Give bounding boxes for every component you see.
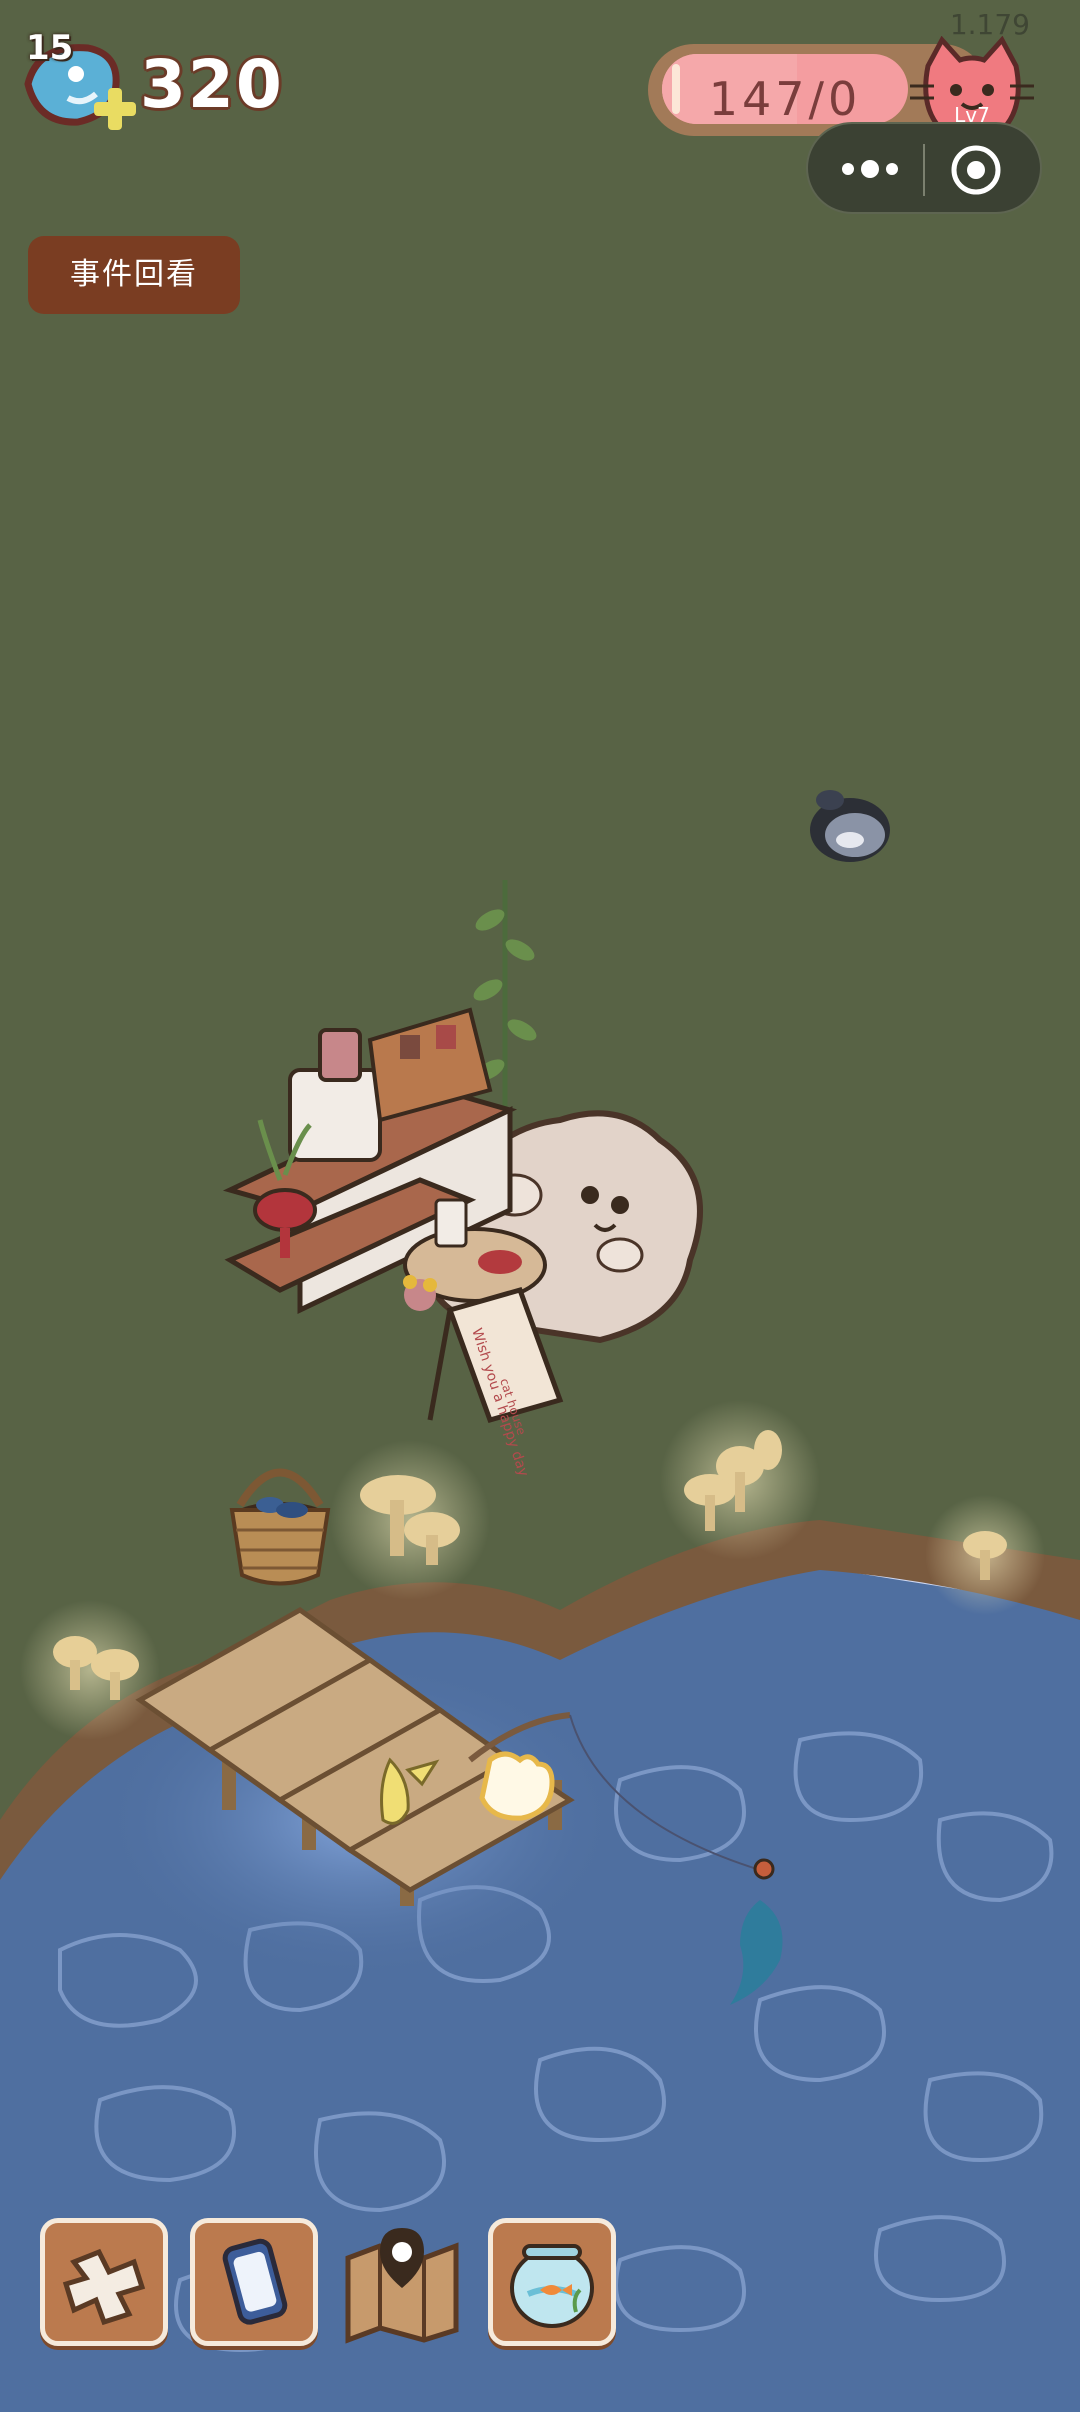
fish-level: 15 xyxy=(26,28,74,68)
progress-text: 147/0 xyxy=(708,72,862,124)
ellipsis-icon[interactable] xyxy=(830,146,910,192)
target-circle-icon[interactable] xyxy=(948,142,1004,198)
fish-currency[interactable]: 15 320 xyxy=(18,28,288,138)
mini-program-capsule xyxy=(806,122,1042,214)
mushroom-cluster-left[interactable] xyxy=(20,1600,160,1740)
fishing-bobber xyxy=(753,1858,775,1880)
grey-cat[interactable] xyxy=(810,790,890,862)
fish-basket[interactable] xyxy=(229,1468,331,1586)
toolbar-map-button[interactable] xyxy=(338,2218,466,2346)
add-icon[interactable] xyxy=(90,84,140,134)
phone-icon xyxy=(222,2238,288,2325)
map-icon xyxy=(345,2228,459,2344)
mushroom-cluster-center[interactable] xyxy=(330,1440,490,1600)
mushroom-single[interactable] xyxy=(925,1495,1045,1615)
mushroom-cluster-right[interactable] xyxy=(660,1400,820,1560)
toolbar-puzzle-button[interactable] xyxy=(40,2218,168,2346)
capsule-divider xyxy=(923,144,925,196)
toolbar-fishbowl-button[interactable] xyxy=(488,2218,616,2346)
event-replay-button[interactable]: 事件回看 xyxy=(28,236,240,314)
puzzle-icon xyxy=(62,2248,146,2326)
tap-hand-icon xyxy=(479,1751,555,1821)
fishbowl-icon xyxy=(510,2244,594,2328)
progress-track: 147/0 xyxy=(662,54,908,124)
toolbar-phone-button[interactable] xyxy=(190,2218,318,2346)
game-scene[interactable]: Wish you a happy day cat house xyxy=(0,0,1080,2412)
fish-amount: 320 xyxy=(140,46,284,123)
